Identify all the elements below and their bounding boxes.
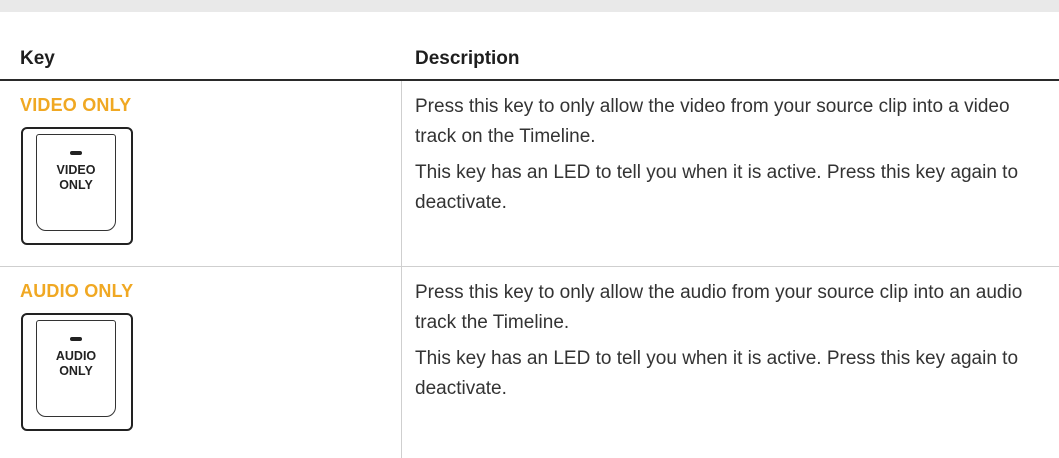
table-row: VIDEO ONLY VIDEO ONLY Press this key to … bbox=[0, 81, 1059, 267]
keycap-label: AUDIO ONLY bbox=[55, 349, 97, 378]
description-paragraph: This key has an LED to tell you when it … bbox=[415, 348, 1019, 399]
video-only-key-icon: VIDEO ONLY bbox=[21, 127, 133, 245]
keycap-face: AUDIO ONLY bbox=[36, 320, 116, 417]
top-band bbox=[0, 0, 1059, 12]
key-name: VIDEO ONLY bbox=[20, 95, 132, 115]
column-divider bbox=[401, 267, 402, 458]
audio-only-key-icon: AUDIO ONLY bbox=[21, 313, 133, 431]
keycap-label: VIDEO ONLY bbox=[56, 163, 96, 192]
led-indicator-icon bbox=[70, 337, 82, 341]
description-paragraph: Press this key to only allow the video f… bbox=[415, 96, 1010, 147]
led-indicator-icon bbox=[70, 151, 82, 155]
key-description: Press this key to only allow the audio f… bbox=[415, 278, 1035, 404]
key-description: Press this key to only allow the video f… bbox=[415, 92, 1035, 218]
keycap-face: VIDEO ONLY bbox=[36, 134, 116, 231]
description-paragraph: This key has an LED to tell you when it … bbox=[415, 162, 1019, 213]
header-description: Description bbox=[415, 48, 520, 69]
table-row: AUDIO ONLY AUDIO ONLY Press this key to … bbox=[0, 267, 1059, 458]
column-divider bbox=[401, 81, 402, 266]
description-paragraph: Press this key to only allow the audio f… bbox=[415, 282, 1023, 333]
key-name: AUDIO ONLY bbox=[20, 281, 134, 301]
table-header: Key Description bbox=[0, 12, 1059, 81]
header-key: Key bbox=[20, 48, 55, 69]
document-page: Key Description VIDEO ONLY VIDEO ONLY Pr… bbox=[0, 0, 1059, 458]
